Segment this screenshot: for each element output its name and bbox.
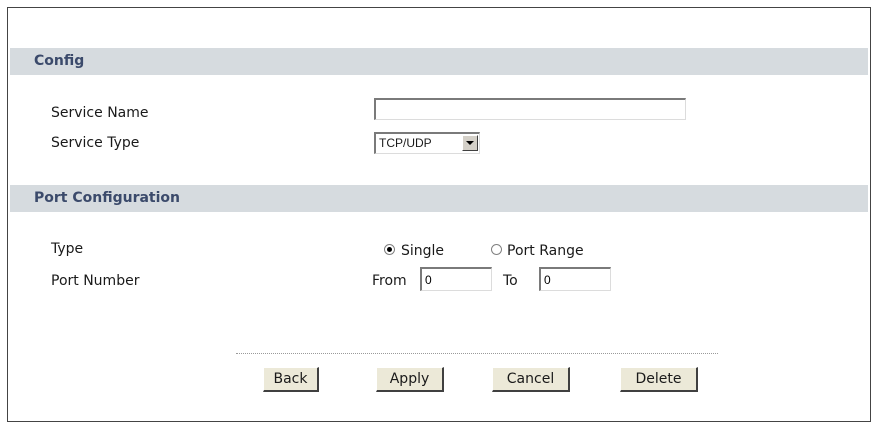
to-label: To — [503, 273, 518, 289]
button-divider — [236, 353, 718, 354]
port-to-input[interactable] — [539, 267, 611, 291]
chevron-down-icon[interactable] — [462, 135, 478, 151]
port-from-input[interactable] — [420, 267, 492, 291]
port-config-section-header: Port Configuration — [10, 185, 868, 212]
config-section-header: Config — [10, 48, 868, 75]
service-type-select[interactable]: TCP/UDP — [374, 132, 480, 154]
from-label: From — [372, 273, 407, 289]
service-name-input[interactable] — [374, 98, 686, 120]
delete-button[interactable]: Delete — [620, 367, 698, 392]
back-button[interactable]: Back — [263, 367, 319, 392]
service-type-label: Service Type — [51, 135, 140, 151]
service-type-value: TCP/UDP — [379, 136, 432, 150]
apply-button[interactable]: Apply — [376, 367, 444, 392]
single-radio-label[interactable]: Single — [401, 243, 444, 259]
port-range-radio[interactable] — [491, 244, 502, 255]
port-number-label: Port Number — [51, 273, 140, 289]
type-label: Type — [51, 241, 84, 257]
cancel-button[interactable]: Cancel — [492, 367, 570, 392]
service-name-label: Service Name — [51, 105, 149, 121]
service-edit-panel: Config Service Name Service Type TCP/UDP… — [7, 7, 871, 422]
port-range-radio-label[interactable]: Port Range — [507, 243, 584, 259]
single-radio[interactable] — [384, 244, 395, 255]
